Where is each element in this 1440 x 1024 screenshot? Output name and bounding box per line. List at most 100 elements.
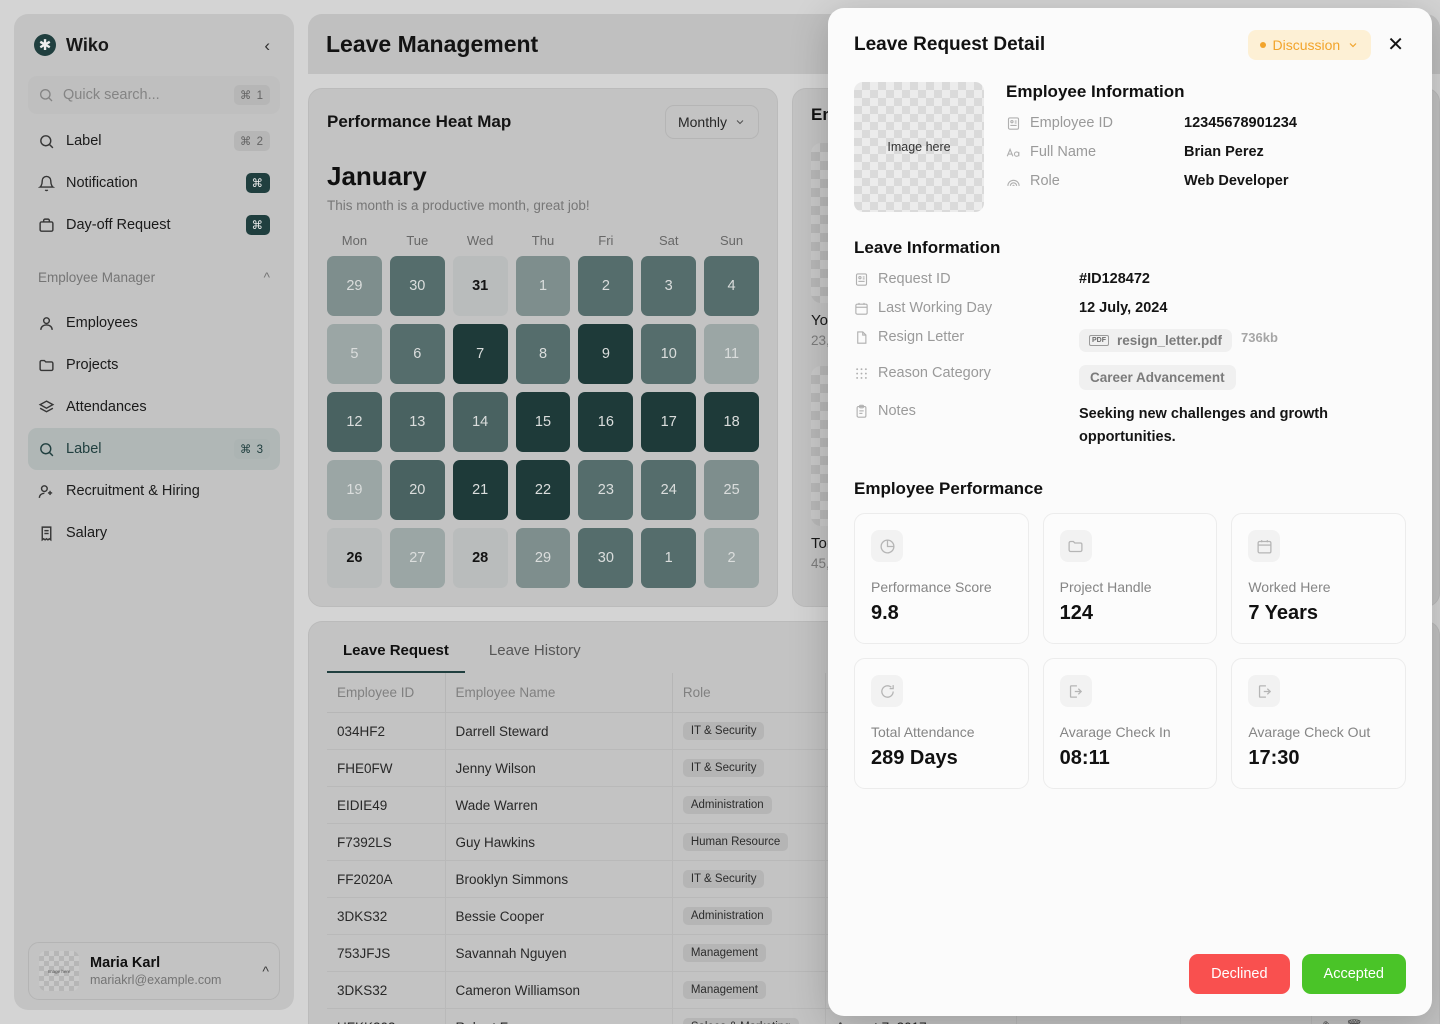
clipboard-icon	[856, 404, 867, 418]
close-icon[interactable]: ✕	[1385, 35, 1406, 55]
heatmap-day-cell[interactable]: 2	[704, 528, 759, 588]
heatmap-week-row: 19 20 21 22 23 24 25	[327, 460, 759, 520]
sidebar-item-label[interactable]: Label ⌘ 3	[28, 428, 280, 470]
sidebar-item-projects[interactable]: Projects	[28, 344, 280, 386]
heatmap-day-cell[interactable]: 10	[641, 324, 697, 384]
heatmap-day-cell[interactable]: 1	[515, 256, 571, 316]
cell-employee-name: Wade Warren	[445, 786, 673, 824]
user-profile[interactable]: Image here Maria Karl mariakrl@example.c…	[28, 942, 280, 1000]
heatmap-day-cell[interactable]: 2	[578, 256, 634, 316]
brand-row: ✱ Wiko ‹	[28, 28, 280, 56]
heatmap-day-cell[interactable]: 27	[389, 528, 445, 588]
field-reason-category: Reason Category Career Advancement	[854, 365, 1406, 390]
field-label-wrap: Full Name	[1006, 144, 1184, 160]
heatmap-day-cell[interactable]: 25	[704, 460, 759, 520]
heatmap-day-cell[interactable]: 5	[327, 324, 382, 384]
heatmap-day-cell[interactable]: 9	[578, 324, 634, 384]
heatmap-day-cell[interactable]: 6	[389, 324, 445, 384]
tab-leave-request[interactable]: Leave Request	[327, 632, 465, 673]
briefcase-icon	[39, 217, 54, 232]
sidebar-item-attendances[interactable]: Attendances	[28, 386, 280, 428]
performance-card-label: Worked Here	[1248, 579, 1331, 596]
sidebar-group-employee-manager[interactable]: Employee Manager ^	[28, 258, 280, 296]
sidebar-item-employees[interactable]: Employees	[28, 302, 280, 344]
chevron-left-icon[interactable]: ‹	[260, 35, 274, 56]
heatmap-day-cell[interactable]: 23	[578, 460, 634, 520]
field-employee-id: Employee ID 12345678901234	[1006, 115, 1406, 131]
trash-icon[interactable]: 🗑	[1345, 1019, 1362, 1024]
heatmap-day-cell[interactable]: 4	[704, 256, 759, 316]
tab-leave-history[interactable]: Leave History	[473, 632, 597, 673]
heatmap-day-cell[interactable]: 13	[389, 392, 445, 452]
cell-role: Administration	[672, 897, 826, 935]
day-label: Mon	[341, 233, 368, 248]
id-card-icon	[1007, 116, 1020, 130]
heatmap-day-cell[interactable]: 11	[704, 324, 759, 384]
logout-icon	[1059, 675, 1092, 708]
cell-role: IT & Security	[672, 860, 826, 898]
pencil-icon[interactable]: ✎	[1322, 1019, 1333, 1024]
chevron-up-icon[interactable]: ^	[262, 963, 269, 979]
heatmap-day-cell[interactable]: 30	[578, 528, 634, 588]
heatmap-day-cell[interactable]: 8	[515, 324, 571, 384]
decline-button[interactable]: Declined	[1189, 954, 1290, 994]
day-label: Sun	[720, 233, 744, 248]
heatmap-day-cell[interactable]: 7	[452, 324, 508, 384]
heatmap-day-cell[interactable]: 17	[641, 392, 697, 452]
heatmap-day-cell[interactable]: 3	[641, 256, 697, 316]
heatmap-day-cell[interactable]: 21	[452, 460, 508, 520]
field-label: Resign Letter	[878, 329, 965, 345]
sidebar-item-label-top[interactable]: Label ⌘ 2	[28, 120, 280, 162]
heatmap-day-cell[interactable]: 14	[452, 392, 508, 452]
heatmap-day-cell[interactable]: 26	[327, 528, 382, 588]
search-icon	[40, 442, 54, 456]
search-input[interactable]: Quick search... ⌘ 1	[28, 76, 280, 114]
heatmap-day-cell[interactable]: 12	[327, 392, 382, 452]
bell-icon	[38, 175, 55, 191]
heatmap-day-cell[interactable]: 16	[578, 392, 634, 452]
heatmap-day-cell[interactable]: 31	[452, 256, 508, 316]
file-icon	[857, 330, 867, 344]
heatmap-day-cell[interactable]: 15	[515, 392, 571, 452]
cell-employee-name: Savannah Nguyen	[445, 934, 673, 972]
sidebar-item-recruitment-hiring[interactable]: Recruitment & Hiring	[28, 470, 280, 512]
heatmap-day-cell[interactable]: 29	[515, 528, 571, 588]
cell-employee-id: 3DKS32	[327, 897, 446, 935]
sidebar-item-label: Label	[66, 133, 102, 149]
employee-avatar: Image here	[854, 82, 984, 212]
cell-employee-name: Robert Fox	[445, 1008, 673, 1024]
status-badge[interactable]: Discussion	[1247, 30, 1372, 60]
heatmap-day-cell[interactable]: 30	[389, 256, 445, 316]
modal-body: Image here Employee Information Employee…	[828, 66, 1432, 938]
heatmap-day-cell[interactable]: 22	[515, 460, 571, 520]
heatmap-day-cell[interactable]: 18	[704, 392, 759, 452]
day-label: Wed	[466, 233, 494, 248]
user-name: Maria Karl	[90, 955, 161, 971]
leave-information-section: Leave Information Request ID #ID128472 L…	[854, 238, 1406, 449]
cell-role: Management	[672, 971, 826, 1009]
field-label-wrap: Role	[1006, 173, 1184, 189]
employee-information-fields: Employee Information Employee ID 1234567…	[1006, 82, 1406, 212]
heatmap-day-cell[interactable]: 20	[389, 460, 445, 520]
field-label: Request ID	[878, 271, 951, 287]
layers-icon	[38, 399, 55, 413]
heatmap-day-cell[interactable]: 29	[327, 256, 382, 316]
heatmap-day-cell[interactable]: 24	[641, 460, 697, 520]
field-value: #ID128472	[1079, 271, 1150, 287]
sidebar-item-notification[interactable]: Notification ⌘	[28, 162, 280, 204]
field-request-id: Request ID #ID128472	[854, 271, 1406, 287]
heatmap-day-cell[interactable]: 28	[452, 528, 508, 588]
cell-employee-name: Brooklyn Simmons	[445, 860, 673, 898]
heatmap-day-cell[interactable]: 1	[641, 528, 697, 588]
sidebar-item-label: Day-off Request	[66, 217, 171, 233]
heatmap-day-cell[interactable]: 19	[327, 460, 382, 520]
heatmap-range-select[interactable]: Monthly	[664, 105, 759, 139]
sidebar-item-day-off-request[interactable]: Day-off Request ⌘	[28, 204, 280, 246]
cell-employee-id: FF2020A	[327, 860, 446, 898]
sidebar-item-salary[interactable]: Salary	[28, 512, 280, 554]
file-name: resign_letter.pdf	[1117, 333, 1223, 348]
sidebar-nav: Employees Projects Attendances Label ⌘ 3…	[28, 302, 280, 554]
sidebar-shortcut: ⌘ 3	[233, 439, 270, 459]
accept-button[interactable]: Accepted	[1301, 954, 1406, 994]
resign-letter-file[interactable]: PDF resign_letter.pdf	[1079, 329, 1233, 352]
